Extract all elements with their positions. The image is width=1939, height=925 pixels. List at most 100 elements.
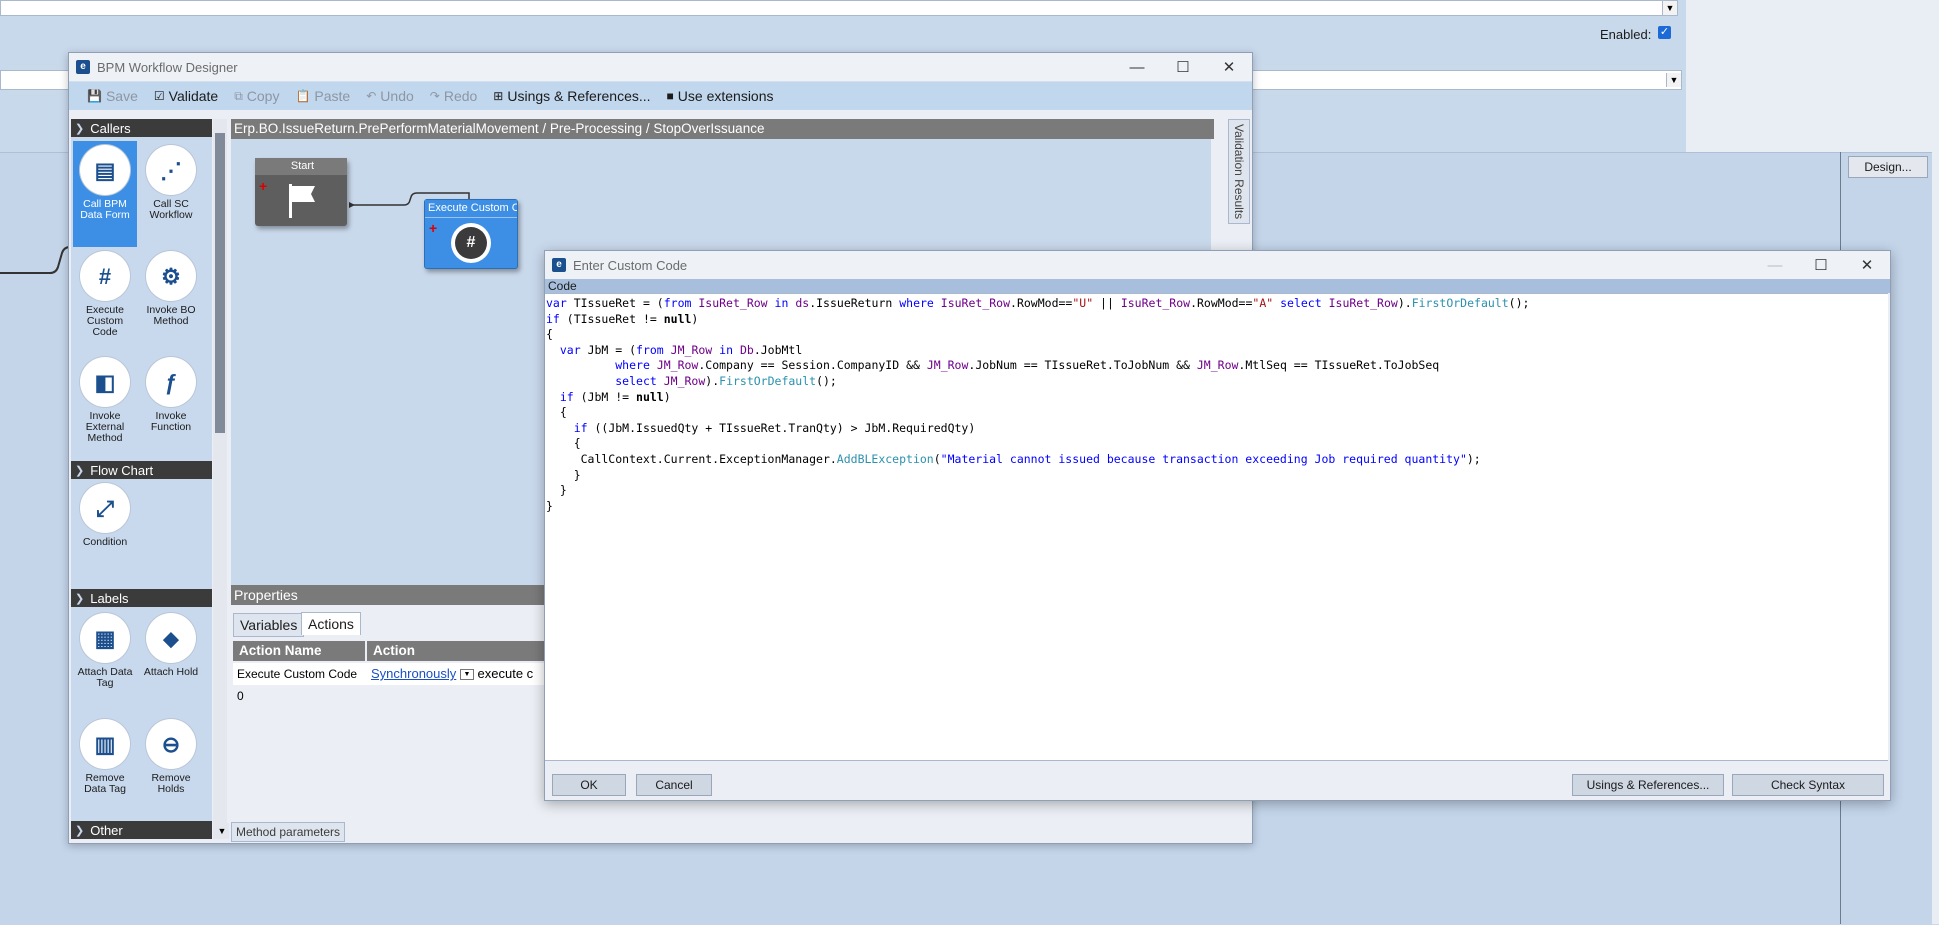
chevron-down-icon: ❯	[75, 592, 85, 605]
validate-button[interactable]: ☑ Validate	[154, 88, 218, 104]
redo-button[interactable]: ↷ Redo	[430, 88, 478, 104]
tool-call-bpm-data-form[interactable]: ▤ Call BPM Data Form	[73, 141, 137, 247]
paste-icon: 📋	[295, 89, 311, 103]
save-icon: 💾	[87, 89, 102, 103]
copy-button[interactable]: ⧉ Copy	[234, 88, 279, 104]
cancel-button[interactable]: Cancel	[636, 774, 712, 796]
start-node[interactable]: Start +	[255, 158, 347, 226]
paste-button[interactable]: 📋 Paste	[295, 88, 350, 104]
column-action-name: Action Name	[233, 641, 365, 661]
chevron-down-icon[interactable]: ▼	[1662, 1, 1677, 15]
use-extensions-button[interactable]: ■ Use extensions	[667, 88, 774, 104]
labels-header-label: Labels	[90, 590, 129, 606]
enter-custom-code-dialog: e Enter Custom Code — ☐ ✕ Code var TIssu…	[544, 250, 1891, 801]
action-rest-text: execute c	[477, 666, 534, 681]
workflow-icon: ⋰	[146, 145, 196, 195]
redo-label: Redo	[443, 88, 478, 104]
dialog-title-bar: e Enter Custom Code — ☐ ✕	[545, 251, 1890, 279]
action-name-cell: Execute Custom Code 0	[233, 663, 367, 703]
maximize-icon[interactable]: ☐	[1798, 256, 1844, 274]
copy-label: Copy	[246, 88, 280, 104]
tool-remove-holds[interactable]: ⊖ Remove Holds	[139, 719, 203, 795]
form-icon: ▤	[80, 145, 130, 195]
other-header-label: Other	[90, 822, 123, 838]
chevron-down-icon[interactable]: ▼	[1666, 73, 1681, 87]
undo-button[interactable]: ↶ Undo	[366, 88, 414, 104]
tool-remove-data-tag[interactable]: ▥ Remove Data Tag	[73, 719, 137, 795]
copy-icon: ⧉	[234, 88, 243, 103]
tool-call-sc-workflow[interactable]: ⋰ Call SC Workflow	[139, 145, 203, 221]
callers-section-header[interactable]: ❯ Callers	[71, 119, 212, 137]
validate-label: Validate	[168, 88, 219, 104]
tool-condition[interactable]: ⤢ Condition	[73, 483, 137, 548]
tool-label: Invoke BO Method	[146, 304, 196, 327]
undo-label: Undo	[380, 88, 414, 104]
dialog-window-controls: — ☐ ✕	[1752, 251, 1890, 279]
tool-label: Call SC Workflow	[149, 198, 193, 221]
close-icon[interactable]: ✕	[1206, 58, 1252, 76]
check-syntax-button[interactable]: Check Syntax	[1732, 774, 1884, 796]
code-header-label: Code	[548, 279, 577, 293]
save-button[interactable]: 💾 Save	[87, 88, 138, 104]
save-label: Save	[105, 88, 138, 104]
code-editor[interactable]: var TIssueRet = (from IsuRet_Row in ds.I…	[545, 293, 1888, 761]
other-section-header[interactable]: ❯ Other	[71, 821, 212, 839]
chevron-down-icon: ❯	[75, 824, 85, 837]
tool-execute-custom-code[interactable]: # Execute Custom Code	[73, 251, 137, 338]
window-title: BPM Workflow Designer	[97, 59, 238, 75]
add-icon[interactable]: +	[259, 178, 267, 194]
synchronously-link[interactable]: Synchronously	[371, 666, 456, 681]
node-icon-circle: #	[451, 223, 491, 263]
data-tag-icon: ▦	[80, 613, 130, 663]
column-action: Action	[367, 641, 553, 661]
code-section-header: Code	[545, 279, 1890, 293]
method-parameters-tab[interactable]: Method parameters	[231, 822, 346, 842]
node-body: #	[425, 218, 517, 268]
tool-invoke-function[interactable]: ƒ Invoke Function	[139, 357, 203, 433]
toolbox-panel: ❯ Callers ▤ Call BPM Data Form ⋰ Call SC Wo…	[71, 119, 212, 839]
usings-label: Usings & References...	[507, 88, 651, 104]
tool-invoke-bo-method[interactable]: ⚙ Invoke BO Method	[139, 251, 203, 327]
tab-variables[interactable]: Variables	[233, 613, 305, 637]
tool-label: Remove Holds	[151, 772, 191, 795]
background-connector-line	[0, 246, 70, 274]
hash-document-icon: #	[80, 251, 130, 301]
tab-actions[interactable]: Actions	[301, 612, 361, 635]
tool-attach-data-tag[interactable]: ▦ Attach Data Tag	[73, 613, 137, 689]
background-top-field[interactable]: ▼	[0, 0, 1678, 16]
checkbox-icon: ☑	[153, 89, 165, 103]
tool-label: Invoke Function	[150, 410, 192, 433]
condition-icon: ⤢	[80, 483, 130, 533]
window-controls: — ☐ ✕	[1114, 53, 1252, 81]
code-text[interactable]: var TIssueRet = (from IsuRet_Row in ds.I…	[545, 294, 1888, 514]
chevron-down-icon[interactable]: ▼	[459, 669, 474, 681]
tool-label: Attach Data Tag	[77, 666, 133, 689]
maximize-icon[interactable]: ☐	[1160, 58, 1206, 76]
usings-references-button[interactable]: ⊞ Usings & References...	[493, 88, 650, 104]
dialog-title: Enter Custom Code	[573, 257, 688, 273]
extensions-icon: ■	[666, 89, 674, 103]
tool-label: Attach Hold	[143, 666, 199, 678]
add-icon[interactable]: +	[429, 220, 437, 236]
tool-invoke-external-method[interactable]: ◧ Invoke External Method	[73, 357, 137, 444]
app-icon: e	[76, 60, 90, 74]
execute-custom-code-node[interactable]: Execute Custom Co + #	[424, 199, 518, 269]
usings-references-button[interactable]: Usings & References...	[1572, 774, 1724, 796]
minimize-icon[interactable]: —	[1752, 257, 1798, 274]
labels-section-header[interactable]: ❯ Labels	[71, 589, 212, 607]
design-button[interactable]: Design...	[1848, 156, 1928, 178]
hold-icon: ⬥	[146, 613, 196, 663]
validation-results-tab[interactable]: Validation Results	[1228, 119, 1250, 224]
tool-attach-hold[interactable]: ⬥ Attach Hold	[139, 613, 203, 678]
enabled-checkbox[interactable]: ✓	[1658, 26, 1671, 39]
callers-header-label: Callers	[90, 120, 131, 136]
minimize-icon[interactable]: —	[1114, 59, 1160, 76]
flow-chart-section-header[interactable]: ❯ Flow Chart	[71, 461, 212, 479]
close-icon[interactable]: ✕	[1844, 256, 1890, 274]
toolbox-scrollbar-thumb[interactable]	[215, 133, 225, 433]
flag-icon	[255, 175, 347, 225]
ok-button[interactable]: OK	[552, 774, 626, 796]
chevron-down-icon: ❯	[75, 464, 85, 477]
references-icon: ⊞	[493, 89, 504, 103]
chevron-down-icon[interactable]: ▼	[215, 823, 229, 839]
